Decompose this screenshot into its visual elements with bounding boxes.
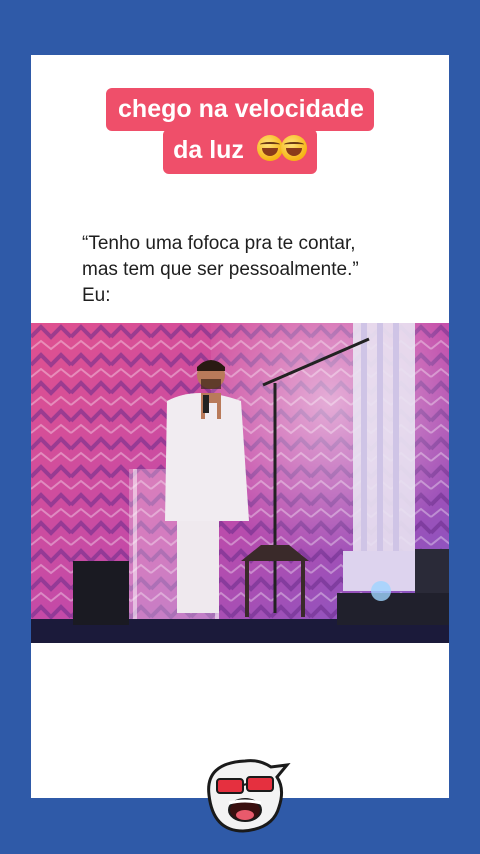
caption-line-1: chego na velocidade [106,88,374,131]
caption-line-2: da luz [163,129,317,174]
caption: chego na velocidade da luz [31,88,449,174]
quote-line-3: Eu: [82,285,111,306]
sunglasses-mascot-icon [199,755,291,835]
stage-photo[interactable] [31,323,449,643]
quote-line-2: mas tem que ser pessoalmente.” [82,259,359,280]
quote-text: “Tenho uma fofoca pra te contar, mas tem… [82,231,422,309]
stage-scene [31,323,449,643]
laughing-emoji-icon-2 [280,135,307,161]
laughing-emoji-icon [256,135,307,166]
laughing-emoji-icon-1 [256,135,283,161]
mascot-graphic [207,759,291,833]
quote-line-1: “Tenho uma fofoca pra te contar, [82,233,356,254]
caption-line-2-text: da luz [173,136,244,164]
post-card: chego na velocidade da luz “Tenho uma fo… [31,55,449,798]
